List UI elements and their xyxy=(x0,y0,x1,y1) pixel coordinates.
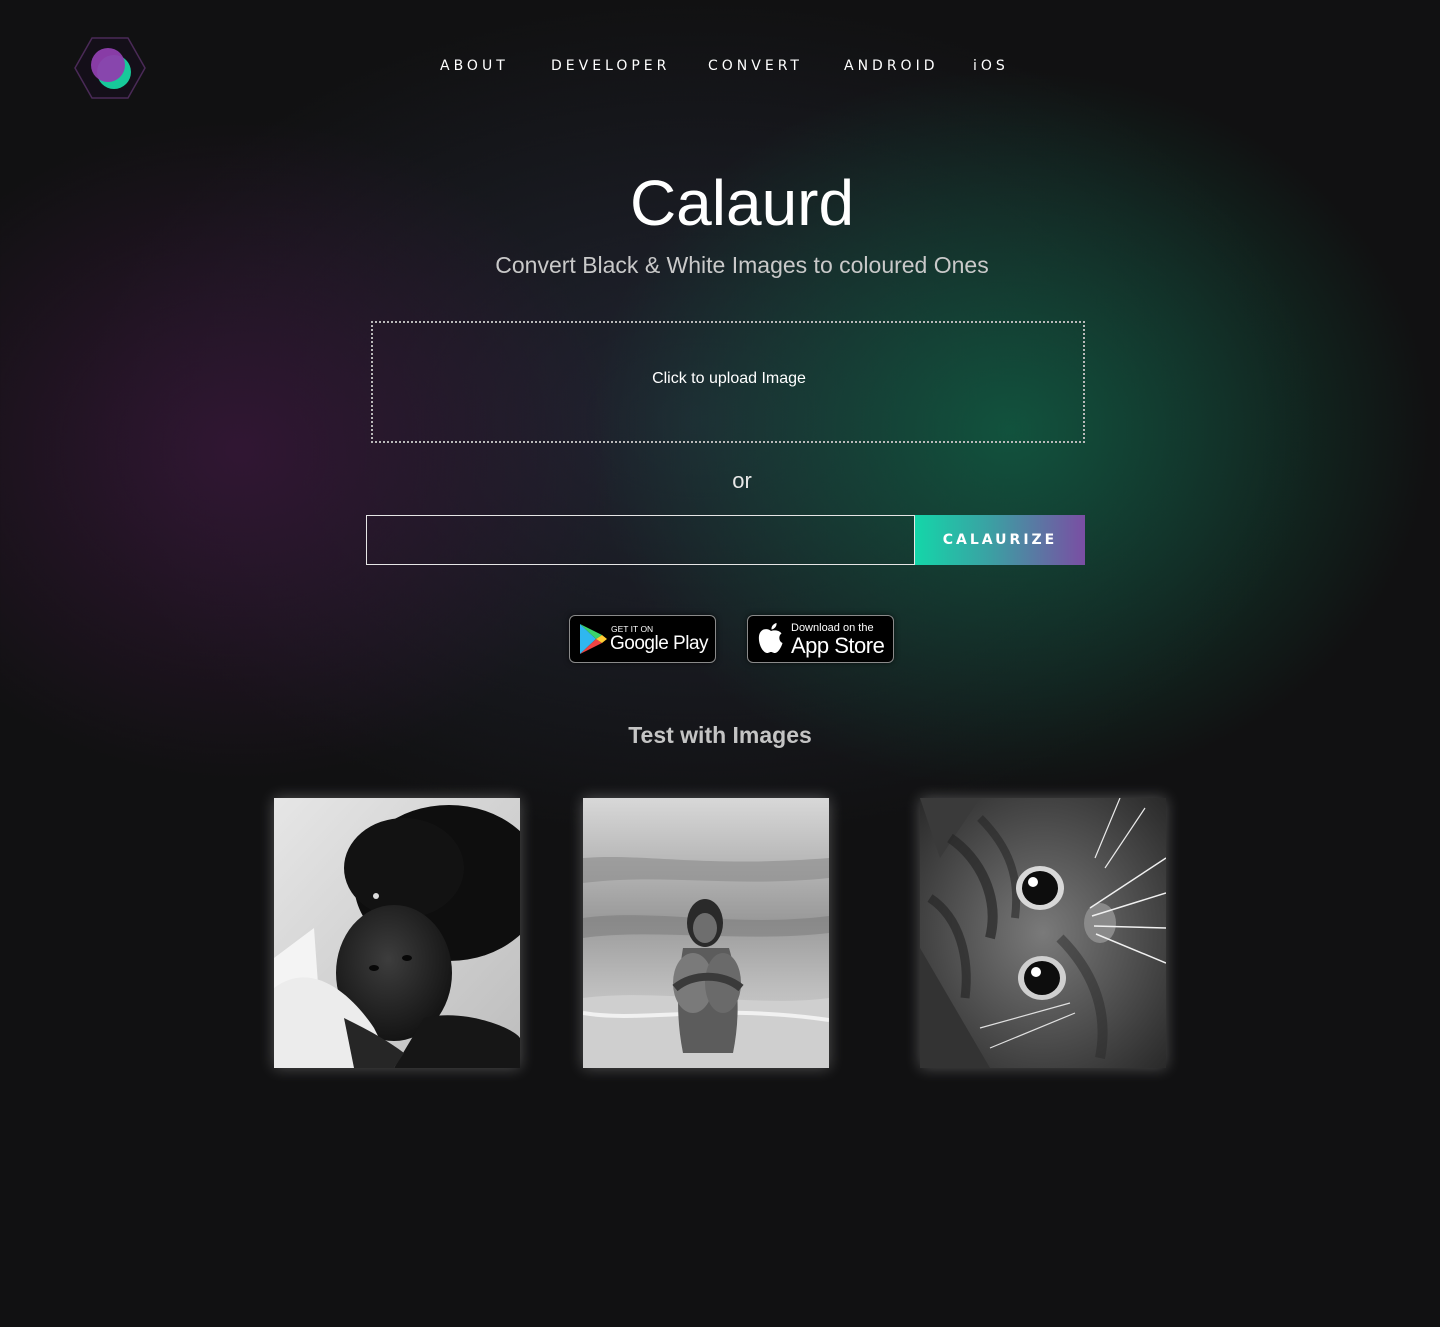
nav-convert[interactable]: CONVERT xyxy=(708,58,803,74)
page-subtitle: Convert Black & White Images to coloured… xyxy=(495,252,989,278)
test-images-title: Test with Images xyxy=(628,722,812,748)
google-play-badge[interactable]: GET IT ON Google Play xyxy=(569,615,716,663)
image-url-input[interactable] xyxy=(366,515,915,565)
sample-image-portrait[interactable] xyxy=(274,798,520,1068)
sample-image-cat[interactable] xyxy=(920,798,1166,1068)
beach-photo xyxy=(583,798,829,1068)
page-title: Calaurd xyxy=(629,167,855,239)
upload-dropzone[interactable]: Click to upload Image xyxy=(371,321,1085,443)
main-nav: ABOUT DEVELOPER CONVERT ANDROID iOS xyxy=(0,58,1440,78)
calaurize-button[interactable]: CALAURIZE xyxy=(915,515,1085,565)
cat-photo xyxy=(920,798,1166,1068)
nav-developer[interactable]: DEVELOPER xyxy=(551,58,670,74)
upload-label: Click to upload Image xyxy=(652,370,806,387)
nav-android[interactable]: ANDROID xyxy=(844,58,939,74)
app-store-big-text: App Store xyxy=(791,633,885,658)
sample-image-beach[interactable] xyxy=(583,798,829,1068)
nav-ios[interactable]: iOS xyxy=(973,58,1009,74)
google-play-icon xyxy=(580,624,607,654)
or-divider: or xyxy=(732,468,752,493)
nav-about[interactable]: ABOUT xyxy=(440,58,509,74)
google-play-big-text: Google Play xyxy=(610,633,709,654)
portrait-photo xyxy=(274,798,520,1068)
apple-icon xyxy=(758,623,783,653)
app-store-badge[interactable]: Download on the App Store xyxy=(747,615,894,663)
